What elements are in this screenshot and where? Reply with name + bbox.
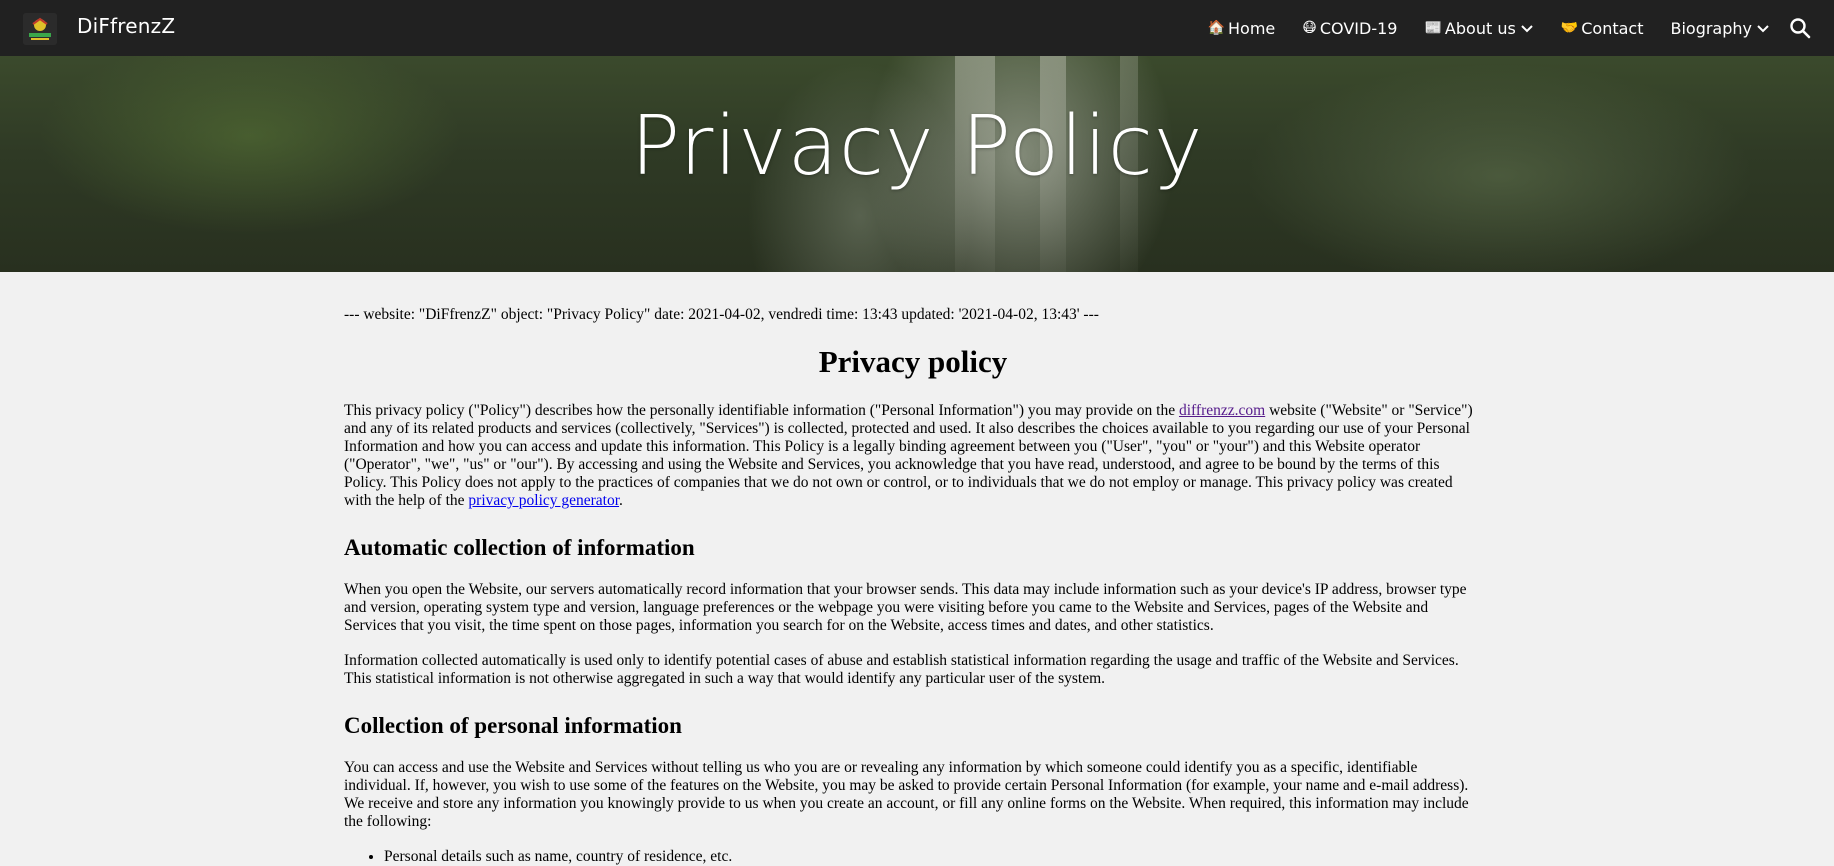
nav-item-contact[interactable]: 🤝 Contact — [1561, 19, 1644, 38]
front-matter-line: --- website: "DiFfrenzZ" object: "Privac… — [344, 306, 1099, 323]
nav-item-label: About us — [1444, 18, 1516, 38]
chevron-down-icon[interactable] — [1520, 21, 1534, 35]
nav-item-home[interactable]: 🏠 Home — [1208, 19, 1276, 38]
main-content: --- website: "DiFfrenzZ" object: "Privac… — [344, 304, 1482, 866]
nav-item-label: Biography — [1670, 18, 1752, 38]
nav-item-about-us[interactable]: 📰 About us — [1424, 19, 1533, 38]
hero-banner: Privacy Policy — [0, 56, 1834, 272]
nav-item-label: COVID-19 — [1319, 18, 1398, 38]
list-item: Personal details such as name, country o… — [384, 848, 1482, 866]
section-heading: Collection of personal information — [344, 713, 682, 738]
mask-face-icon: 😷 — [1302, 20, 1317, 36]
nav-item-covid-19[interactable]: 😷 COVID-19 — [1302, 19, 1397, 38]
top-navigation-bar: DiFfrenzZ 🏠 Home 😷 COVID-19 📰 About us 🤝… — [0, 0, 1834, 56]
section-paragraph: You can access and use the Website and S… — [344, 759, 1469, 830]
section-heading: Automatic collection of information — [344, 535, 695, 560]
page-title: Privacy Policy — [630, 99, 1204, 194]
main-nav: 🏠 Home 😷 COVID-19 📰 About us 🤝 Contact B… — [1181, 0, 1834, 56]
site-name[interactable]: DiFfrenzZ — [77, 14, 175, 38]
newspaper-icon: 📰 — [1424, 20, 1442, 36]
nav-item-label: Contact — [1581, 18, 1644, 38]
site-logo[interactable] — [23, 13, 57, 45]
section-paragraph: Information collected automatically is u… — [344, 652, 1459, 687]
intro-text: This privacy policy ("Policy") describes… — [344, 402, 1179, 419]
house-icon: 🏠 — [1207, 20, 1226, 36]
intro-paragraph: This privacy policy ("Policy") describes… — [344, 402, 1482, 510]
nav-item-label: Home — [1228, 18, 1276, 38]
handshake-icon: 🤝 — [1560, 20, 1579, 36]
bullet-list: Personal details such as name, country o… — [344, 848, 1482, 866]
intro-text: . — [619, 492, 623, 509]
website-link[interactable]: diffrenzz.com — [1179, 402, 1265, 419]
section-paragraph: When you open the Website, our servers a… — [344, 581, 1467, 634]
privacy-generator-link[interactable]: privacy policy generator — [468, 492, 619, 509]
document-title: Privacy policy — [818, 344, 1008, 379]
search-icon[interactable] — [1789, 17, 1811, 39]
nav-item-biography[interactable]: Biography — [1670, 19, 1770, 38]
chevron-down-icon[interactable] — [1756, 21, 1770, 35]
